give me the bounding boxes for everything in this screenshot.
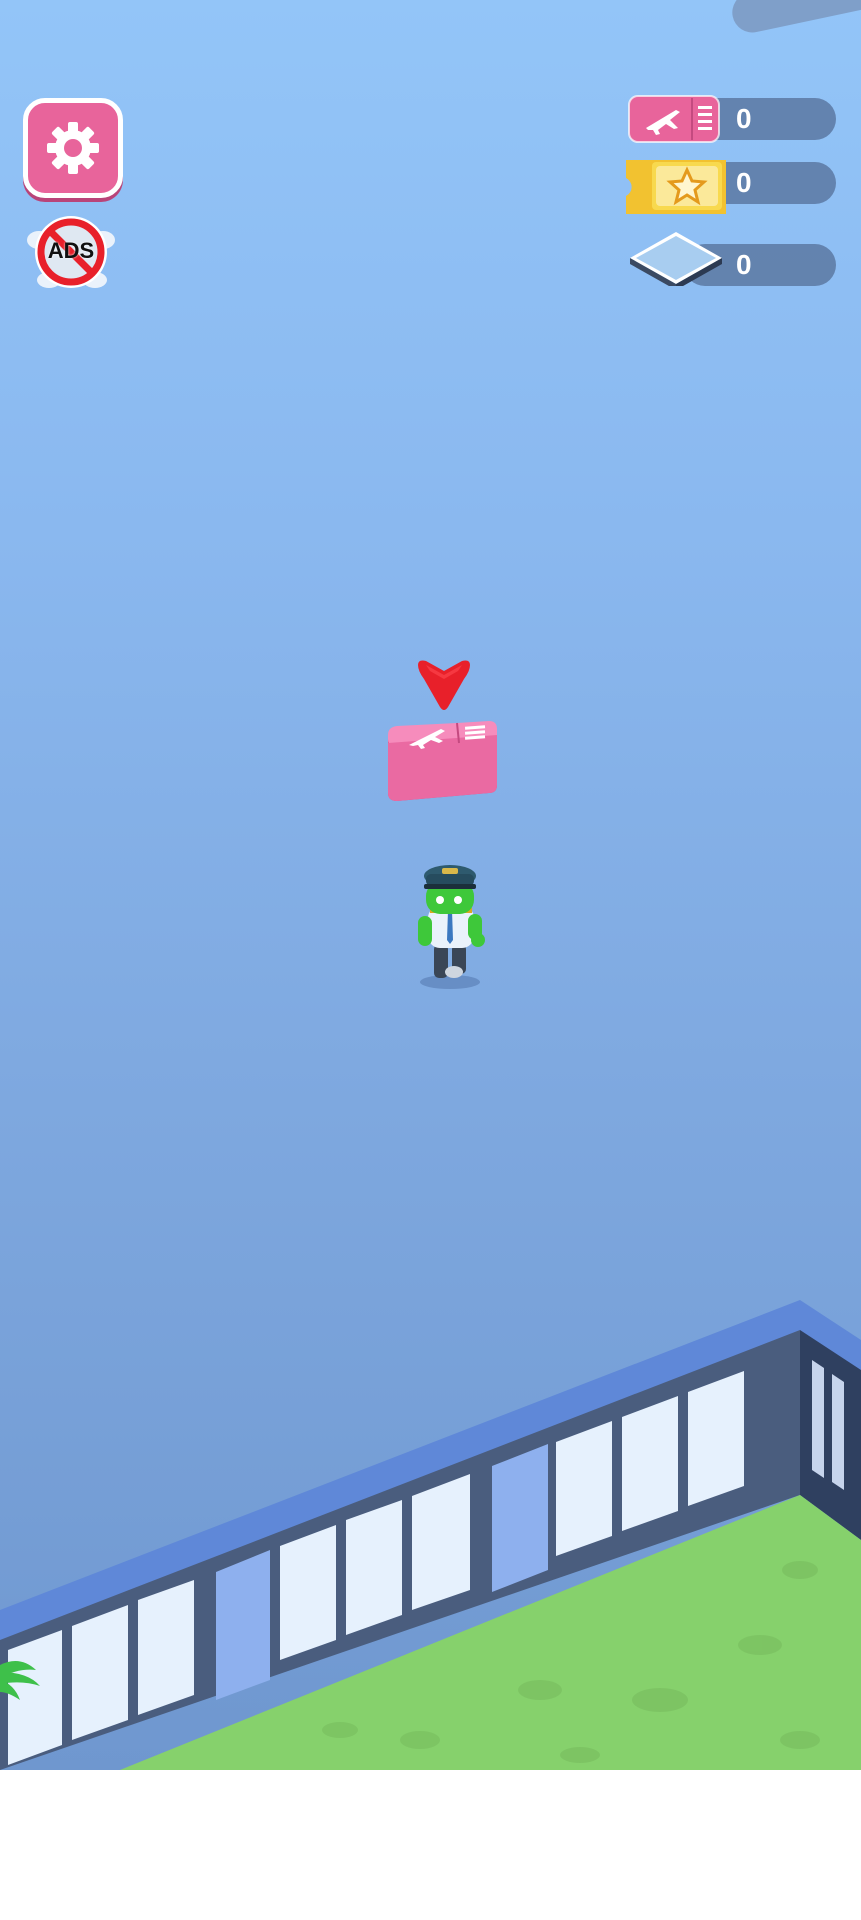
gear-icon [47,122,99,174]
floor-tile-count: 0 [736,249,752,280]
ticket-counter: 0 [626,94,841,144]
vip-ticket-count: 0 [736,167,752,198]
corner-decoration [728,0,861,37]
settings-button[interactable] [23,98,123,198]
vip-ticket-counter: 0 [626,158,841,214]
no-ads-label: ADS [47,238,95,263]
terminal-building [0,1300,861,1770]
pilot-character[interactable] [410,860,490,990]
down-arrow-icon [418,660,470,710]
plane-ticket-icon [628,95,720,143]
game-scene[interactable]: ADS 0 0 0 [0,0,861,1770]
no-ads-button[interactable]: ADS [25,210,117,294]
floor-tile-icon [630,232,722,286]
ticket-count: 0 [736,103,752,134]
star-ticket-icon [626,160,726,214]
plane-ticket-pickup[interactable] [385,715,500,805]
floor-tile-counter: 0 [626,232,841,290]
